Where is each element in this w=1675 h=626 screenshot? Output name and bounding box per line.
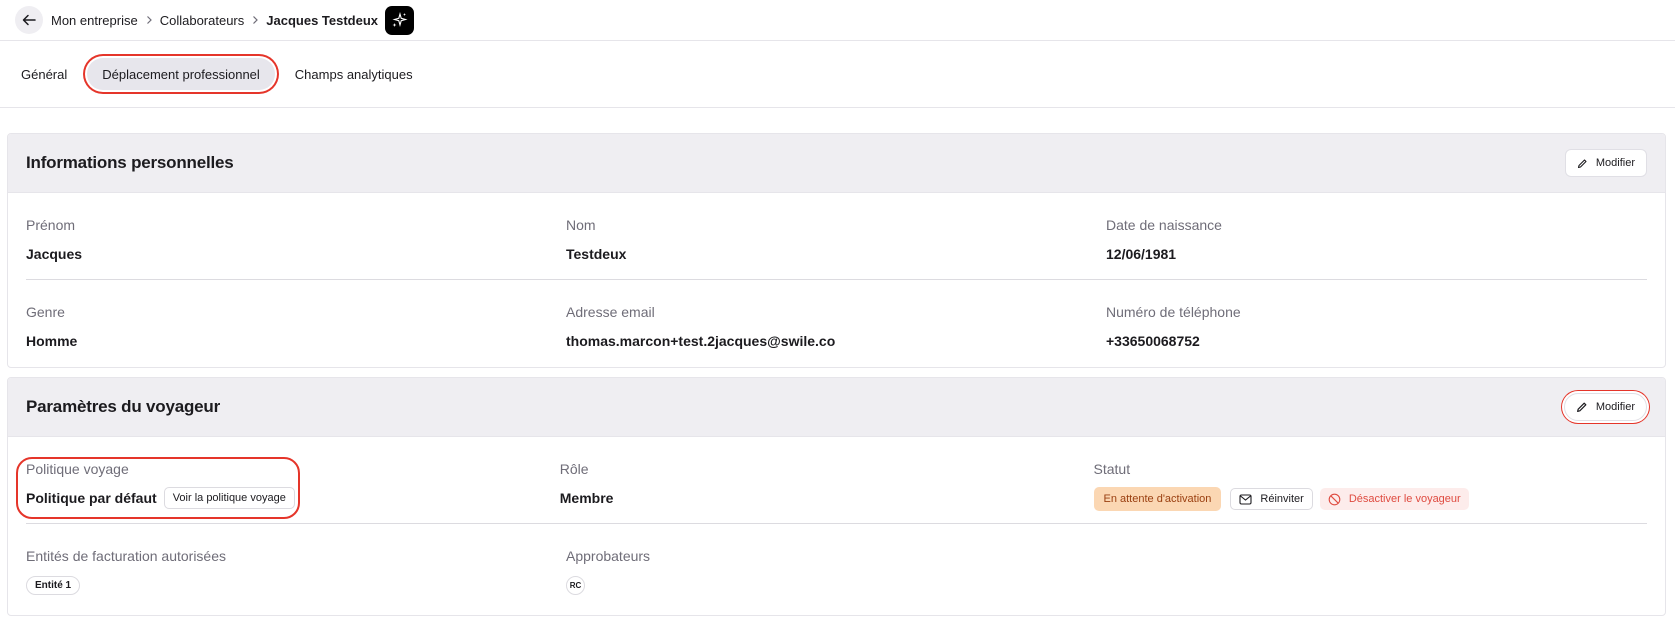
breadcrumb-current: Jacques Testdeux [266,12,379,28]
modify-label: Modifier [1595,401,1635,413]
status-field: Statut En attente d'activation Réinviter… [1093,437,1648,524]
modify-personal-button[interactable]: Modifier [1564,149,1647,177]
email-field: Adresse email thomas.marcon+test.2jacque… [566,280,1106,367]
arrow-left-icon [22,14,36,26]
first-name-label: Prénom [26,217,76,233]
travel-policy-row: Politique par défaut Voir la politique v… [26,487,560,509]
sparkles-icon [392,11,408,27]
traveler-settings-title: Paramètres du voyageur [26,397,221,416]
tab-deplacement-professionnel[interactable]: Déplacement professionnel [87,58,275,90]
mail-icon [1239,493,1252,505]
last-name-field: Nom Testdeux [566,193,1106,280]
personal-info-card: Informations personnelles Modifier Préno… [7,133,1666,368]
reinvite-button[interactable]: Réinviter [1230,488,1313,510]
tabs-bar: Général Déplacement professionnel Champs… [0,41,1675,108]
gender-label: Genre [26,304,65,320]
role-field: Rôle Membre [560,437,1094,524]
phone-value: +33650068752 [1106,333,1200,349]
approvers-label: Approbateurs [566,548,651,564]
traveler-row-2: Entités de facturation autorisées Entité… [8,524,1665,611]
billing-entities-field: Entités de facturation autorisées Entité… [26,524,566,611]
approver-avatar[interactable]: RC [566,576,585,595]
personal-row-1: Prénom Jacques Nom Testdeux Date de nais… [8,193,1665,280]
travel-policy-label: Politique voyage [26,461,129,477]
modify-traveler-button[interactable]: Modifier [1563,393,1647,421]
approvers-field: Approbateurs RC [566,524,1106,611]
breadcrumb-collaborateurs[interactable]: Collaborateurs [160,13,245,28]
back-button[interactable] [15,6,43,34]
birth-date-value: 12/06/1981 [1106,246,1177,262]
travel-policy-value: Politique par défaut [26,490,157,506]
billing-entity-chip: Entité 1 [26,576,81,595]
ai-assistant-button[interactable] [385,5,415,35]
breadcrumb-mon-entreprise[interactable]: Mon entreprise [51,13,138,28]
chevron-right-icon [145,15,153,25]
tab-general[interactable]: Général [21,58,67,90]
birth-date-field: Date de naissance 12/06/1981 [1106,193,1646,280]
gender-value: Homme [26,333,78,349]
personal-info-title: Informations personnelles [26,153,234,172]
block-icon [1328,493,1341,505]
last-name-value: Testdeux [566,246,627,262]
modify-label: Modifier [1595,157,1635,169]
top-bar: Mon entreprise Collaborateurs Jacques Te… [0,0,1675,41]
status-badge: En attente d'activation [1093,487,1222,511]
billing-entities-label: Entités de facturation autorisées [26,548,227,564]
pencil-icon [1577,158,1587,168]
chevron-right-icon [251,15,259,25]
status-label: Statut [1093,461,1131,477]
gender-field: Genre Homme [26,280,566,367]
status-row: En attente d'activation Réinviter Désact… [1093,487,1648,511]
traveler-row-1: Politique voyage Politique par défaut Vo… [8,437,1665,524]
personal-row-2: Genre Homme Adresse email thomas.marcon+… [8,280,1665,367]
first-name-field: Prénom Jacques [26,193,566,280]
email-label: Adresse email [566,304,655,320]
first-name-value: Jacques [26,246,83,262]
travel-policy-field: Politique voyage Politique par défaut Vo… [26,437,560,524]
deactivate-label: Désactiver le voyageur [1348,493,1461,505]
view-travel-policy-button[interactable]: Voir la politique voyage [163,487,295,509]
phone-field: Numéro de téléphone +33650068752 [1106,280,1646,367]
last-name-label: Nom [566,217,596,233]
personal-info-header: Informations personnelles Modifier [8,134,1665,193]
role-value: Membre [559,490,614,506]
email-value: thomas.marcon+test.2jacques@swile.co [566,333,836,349]
tab-champs-analytiques[interactable]: Champs analytiques [295,58,413,90]
birth-date-label: Date de naissance [1106,217,1222,233]
traveler-settings-card: Paramètres du voyageur Modifier Politiqu… [7,377,1666,616]
reinvite-label: Réinviter [1260,493,1304,505]
role-label: Rôle [559,461,589,477]
traveler-settings-header: Paramètres du voyageur Modifier [8,378,1665,437]
deactivate-traveler-button[interactable]: Désactiver le voyageur [1319,488,1469,510]
pencil-icon [1576,402,1587,412]
phone-label: Numéro de téléphone [1106,304,1241,320]
